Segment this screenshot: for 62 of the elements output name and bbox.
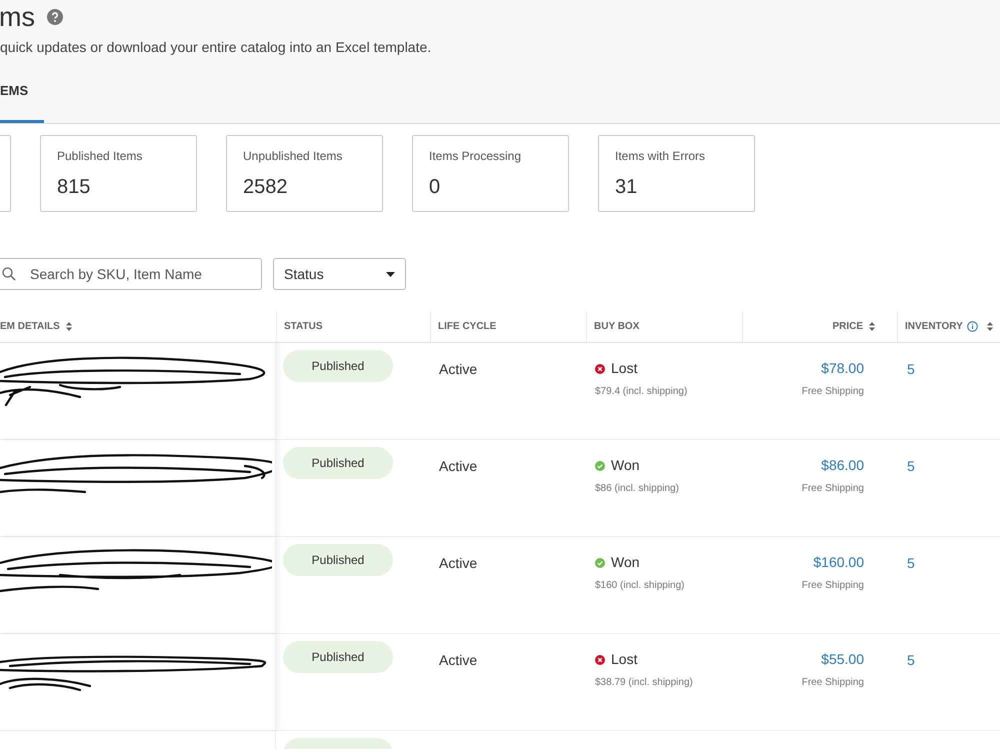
tab[interactable]: EMS: [0, 80, 44, 123]
page-title: ms: [0, 4, 35, 30]
summary-card[interactable]: Items Processing 0: [412, 135, 569, 212]
shipping-text: Free Shipping: [802, 676, 864, 690]
status-badge: Published: [283, 641, 393, 673]
life-cycle-text: Active: [439, 361, 478, 377]
column-header[interactable]: STATUS: [276, 311, 430, 342]
card-label: Items with Errors: [615, 148, 706, 165]
summary-card[interactable]: Published Items 815: [40, 135, 197, 212]
error-circle-icon: [595, 654, 605, 664]
inventory-link[interactable]: 5: [907, 361, 915, 377]
sort-icon[interactable]: [986, 322, 993, 331]
column-header[interactable]: INVENTORY: [897, 311, 1000, 342]
life-cycle-text: Active: [439, 555, 478, 571]
check-circle-icon: [595, 558, 605, 568]
card-label: Items Processing: [429, 148, 522, 165]
column-header[interactable]: BUY BOX: [586, 311, 742, 342]
status-dropdown[interactable]: Status: [273, 258, 406, 290]
inventory-link[interactable]: 5: [907, 652, 915, 668]
card-label: Unpublished Items: [243, 148, 344, 165]
caret-icon: [386, 272, 395, 276]
status-badge: Published: [283, 544, 393, 576]
check-circle-icon: [595, 460, 605, 470]
status-badge: Published: [283, 350, 393, 382]
buy-box-price-note: $79.4 (incl. shipping): [595, 385, 688, 399]
search-icon: [2, 267, 16, 281]
card-value: 0: [429, 175, 442, 200]
buy-box-price-note: $86 (incl. shipping): [595, 482, 679, 496]
search-field[interactable]: Search by SKU, Item Name: [0, 258, 262, 290]
card-value: 815: [57, 175, 92, 200]
status-badge: Published: [283, 447, 393, 479]
summary-card[interactable]: Unpublished Items 2582: [226, 135, 383, 212]
summary-card[interactable]: Items with Errors 31: [598, 135, 755, 212]
shipping-text: Free Shipping: [802, 482, 864, 496]
buy-box-price-note: $160 (incl. shipping): [595, 579, 684, 593]
column-header[interactable]: LIFE CYCLE: [430, 311, 586, 342]
price-link[interactable]: $55.00: [821, 649, 864, 670]
error-circle-icon: [595, 364, 605, 374]
column-header[interactable]: EM DETAILS: [0, 311, 276, 342]
sort-icon[interactable]: [66, 322, 72, 331]
price-link[interactable]: $86.00: [821, 455, 864, 476]
price-link[interactable]: $78.00: [821, 358, 864, 379]
card-label: Published Items: [57, 148, 144, 165]
column-header[interactable]: PRICE: [742, 311, 897, 342]
buy-box-result: Won: [611, 456, 640, 475]
life-cycle-text: Active: [439, 652, 478, 668]
help-icon[interactable]: [47, 9, 63, 25]
buy-box-price-note: $38.79 (incl. shipping): [595, 676, 693, 690]
buy-box-result: Won: [611, 553, 640, 572]
card-value: 2582: [243, 175, 288, 200]
page-description: quick updates or download your entire catalog into an Excel template.: [0, 38, 432, 57]
price-link[interactable]: $160.00: [813, 552, 864, 573]
sort-icon[interactable]: [869, 322, 875, 331]
card-value: 31: [615, 175, 638, 200]
buy-box-result: Lost: [611, 650, 638, 669]
life-cycle-text: Active: [439, 458, 478, 474]
shipping-text: Free Shipping: [802, 385, 864, 399]
info-icon[interactable]: [966, 321, 978, 332]
shipping-text: Free Shipping: [802, 579, 864, 593]
inventory-link[interactable]: 5: [907, 555, 915, 571]
inventory-link[interactable]: 5: [907, 458, 915, 474]
buy-box-result: Lost: [611, 359, 638, 378]
